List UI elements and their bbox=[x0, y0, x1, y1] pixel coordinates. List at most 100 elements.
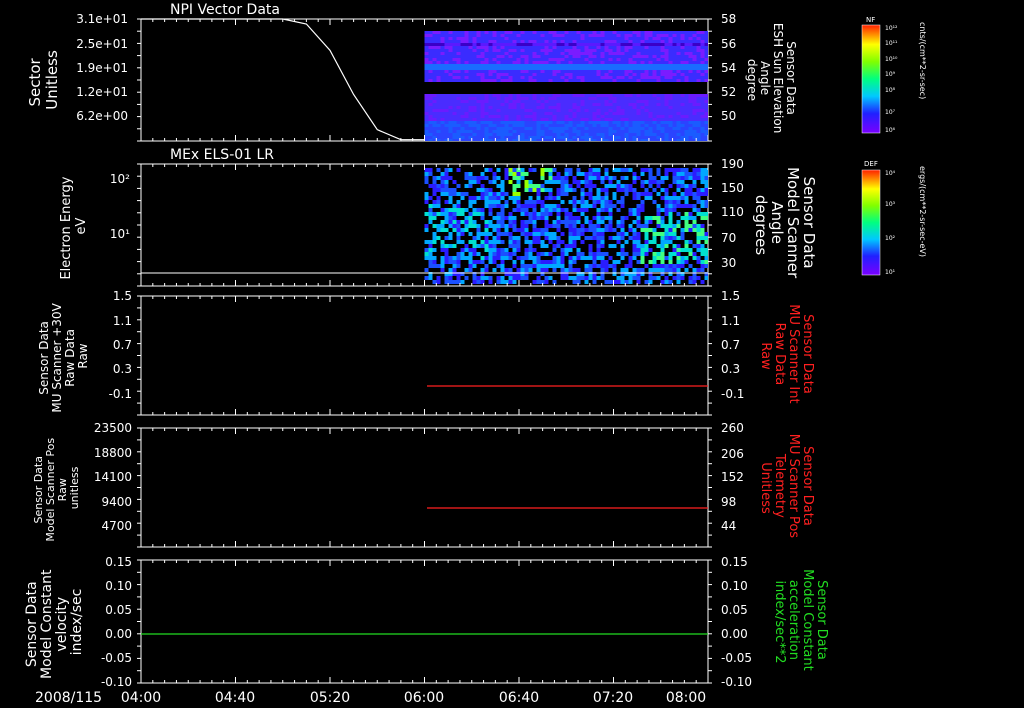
heatmap-cell bbox=[584, 216, 589, 220]
heatmap-cell bbox=[624, 192, 629, 196]
heatmap-cell bbox=[540, 34, 545, 37]
heatmap-cell bbox=[664, 37, 669, 40]
heatmap-cell bbox=[548, 58, 553, 61]
heatmap-cell bbox=[548, 112, 553, 115]
heatmap-cell bbox=[676, 212, 681, 216]
heatmap-cell bbox=[444, 58, 449, 61]
heatmap-cell bbox=[444, 103, 449, 106]
heatmap-cell bbox=[656, 52, 661, 55]
heatmap-cell bbox=[616, 130, 621, 133]
heatmap-cell bbox=[564, 100, 569, 103]
heatmap-cell bbox=[584, 103, 589, 106]
heatmap-cell bbox=[472, 37, 477, 40]
heatmap-cell bbox=[496, 37, 501, 40]
heatmap-cell bbox=[428, 67, 433, 70]
x-tick-label: 04:00 bbox=[121, 690, 161, 706]
heatmap-cell bbox=[488, 260, 493, 264]
heatmap-cell bbox=[548, 176, 553, 180]
heatmap-cell bbox=[600, 73, 605, 76]
heatmap-cell bbox=[508, 268, 513, 272]
heatmap-cell bbox=[544, 97, 549, 100]
heatmap-cell bbox=[644, 49, 649, 52]
heatmap-cell bbox=[452, 244, 457, 248]
heatmap-cell bbox=[656, 139, 661, 141]
p4-left-tick: 14100 bbox=[94, 470, 132, 484]
x-axis-date: 2008/115 bbox=[35, 690, 102, 706]
heatmap-cell bbox=[568, 136, 573, 139]
heatmap-cell bbox=[604, 37, 609, 40]
heatmap-cell bbox=[648, 106, 653, 109]
plot-canvas: NPI Vector Data MEx ELS-01 LR 3.1e+01 2.… bbox=[24, 2, 927, 706]
heatmap-cell bbox=[620, 109, 625, 112]
heatmap-cell bbox=[676, 112, 681, 115]
heatmap-cell bbox=[704, 67, 708, 70]
heatmap-cell bbox=[500, 224, 505, 228]
heatmap-cell bbox=[564, 106, 569, 109]
x-tick-label: 06:00 bbox=[404, 690, 444, 706]
heatmap-cell bbox=[608, 31, 613, 34]
heatmap-cell bbox=[556, 139, 561, 141]
heatmap-cell bbox=[524, 276, 529, 280]
heatmap-cell bbox=[512, 94, 517, 97]
heatmap-cell bbox=[696, 192, 701, 196]
heatmap-cell bbox=[432, 67, 437, 70]
heatmap-cell bbox=[460, 136, 465, 139]
heatmap-cell bbox=[560, 73, 565, 76]
heatmap-cell bbox=[588, 204, 593, 208]
heatmap-cell bbox=[440, 180, 445, 184]
heatmap-cell bbox=[648, 260, 653, 264]
heatmap-cell bbox=[696, 64, 701, 67]
heatmap-cell bbox=[560, 52, 565, 55]
heatmap-cell bbox=[572, 109, 577, 112]
heatmap-cell bbox=[656, 94, 661, 97]
heatmap-cell bbox=[664, 109, 669, 112]
heatmap-cell bbox=[544, 52, 549, 55]
heatmap-cell bbox=[532, 248, 537, 252]
heatmap-cell bbox=[536, 106, 541, 109]
heatmap-cell bbox=[424, 115, 429, 118]
heatmap-cell bbox=[672, 268, 677, 272]
heatmap-cell bbox=[520, 52, 525, 55]
heatmap-cell bbox=[668, 220, 673, 224]
heatmap-cell bbox=[672, 248, 677, 252]
heatmap-cell bbox=[660, 121, 665, 124]
heatmap-cell bbox=[540, 109, 545, 112]
heatmap-cell bbox=[704, 103, 708, 106]
heatmap-cell bbox=[636, 58, 641, 61]
heatmap-cell bbox=[640, 55, 645, 58]
heatmap-cell bbox=[484, 200, 489, 204]
heatmap-cell bbox=[444, 228, 449, 232]
heatmap-cell bbox=[480, 52, 485, 55]
heatmap-cell bbox=[656, 118, 661, 121]
heatmap-cell bbox=[432, 115, 437, 118]
heatmap-cell bbox=[488, 180, 493, 184]
p3-right-tick: 1.1 bbox=[721, 314, 740, 328]
heatmap-cell bbox=[548, 106, 553, 109]
heatmap-cell bbox=[536, 280, 541, 284]
heatmap-cell bbox=[440, 268, 445, 272]
heatmap-cell bbox=[444, 64, 449, 67]
heatmap-cell bbox=[596, 212, 601, 216]
heatmap-cell bbox=[440, 176, 445, 180]
heatmap-cell bbox=[604, 109, 609, 112]
heatmap-cell bbox=[648, 127, 653, 130]
heatmap-cell bbox=[488, 204, 493, 208]
heatmap-cell bbox=[552, 168, 557, 172]
heatmap-cell bbox=[592, 49, 597, 52]
heatmap-cell bbox=[540, 216, 545, 220]
heatmap-cell bbox=[604, 208, 609, 212]
heatmap-cell bbox=[604, 280, 609, 284]
heatmap-cell bbox=[484, 130, 489, 133]
heatmap-cell bbox=[460, 220, 465, 224]
heatmap-cell bbox=[500, 232, 505, 236]
heatmap-cell bbox=[516, 31, 521, 34]
heatmap-cell bbox=[428, 46, 433, 49]
heatmap-cell bbox=[620, 100, 625, 103]
heatmap-cell bbox=[464, 103, 469, 106]
heatmap-cell bbox=[428, 79, 433, 82]
heatmap-cell bbox=[452, 109, 457, 112]
heatmap-cell bbox=[648, 43, 653, 46]
p3-left-tick: 0.7 bbox=[113, 338, 132, 352]
heatmap-cell bbox=[568, 106, 573, 109]
heatmap-cell bbox=[648, 79, 653, 82]
